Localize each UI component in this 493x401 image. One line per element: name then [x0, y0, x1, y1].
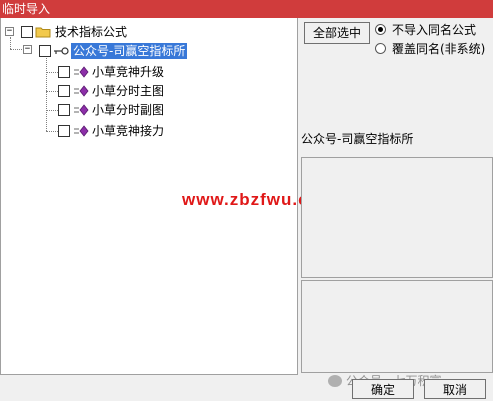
- wechat-logo-icon: [328, 375, 342, 387]
- tree-root-expander[interactable]: −: [5, 27, 14, 36]
- tree-item-checkbox[interactable]: [58, 104, 70, 116]
- tree-connector: [46, 110, 58, 111]
- cancel-button[interactable]: 取消: [424, 379, 486, 399]
- radio-skip-duplicates[interactable]: 不导入同名公式: [375, 23, 476, 37]
- tree-root-checkbox[interactable]: [21, 26, 33, 38]
- select-all-button[interactable]: 全部选中: [304, 22, 370, 44]
- tree-group-label[interactable]: 公众号-司赢空指标所: [71, 43, 188, 59]
- tree-group-checkbox[interactable]: [39, 45, 51, 57]
- window-title: 临时导入: [0, 0, 493, 18]
- description-title: 公众号-司赢空指标所: [301, 132, 414, 146]
- radio-selected-icon[interactable]: [375, 24, 386, 35]
- description-box: [301, 157, 493, 278]
- tree-connector: [46, 72, 58, 73]
- tree-connector: [10, 49, 24, 50]
- folder-icon: [35, 27, 51, 38]
- tree-connector: [46, 91, 58, 92]
- tree-item-label[interactable]: 小草竞神接力: [92, 123, 164, 139]
- tree-item-checkbox[interactable]: [58, 66, 70, 78]
- radio-unselected-icon[interactable]: [375, 43, 386, 54]
- formula-icon: [74, 85, 89, 97]
- tree-item-checkbox[interactable]: [58, 85, 70, 97]
- formula-icon: [74, 66, 89, 78]
- ok-button[interactable]: 确定: [352, 379, 414, 399]
- tree-item-label[interactable]: 小草分时主图: [92, 83, 164, 99]
- tree-connector: [46, 131, 58, 132]
- formula-icon: [74, 125, 89, 137]
- tree-connector: [10, 37, 11, 49]
- tree-item-label[interactable]: 小草分时副图: [92, 102, 164, 118]
- options-panel: 全部选中 不导入同名公式 覆盖同名(非系统) 公众号-司赢空指标所: [300, 18, 493, 375]
- tree-item-checkbox[interactable]: [58, 125, 70, 137]
- radio-label: 不导入同名公式: [392, 23, 477, 37]
- tree-item-label[interactable]: 小草竞神升级: [92, 64, 164, 80]
- formula-icon: [74, 104, 89, 116]
- tree-group-expander[interactable]: −: [23, 45, 32, 54]
- radio-overwrite[interactable]: 覆盖同名(非系统): [375, 42, 485, 56]
- tree-connector: [46, 58, 47, 131]
- radio-label: 覆盖同名(非系统): [392, 42, 486, 56]
- description-box-secondary: [301, 280, 493, 373]
- tree-root-label[interactable]: 技术指标公式: [55, 24, 127, 40]
- key-icon: [54, 47, 69, 55]
